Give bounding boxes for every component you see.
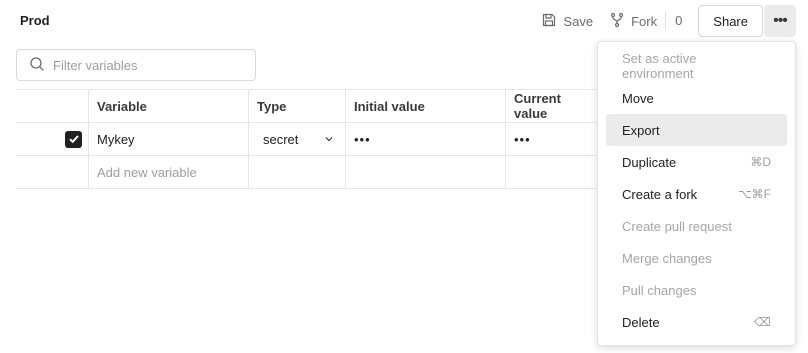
environment-editor: Prod Save Fork 0 Share ••• Filter variab… [0, 0, 808, 353]
fork-count: 0 [665, 12, 692, 30]
add-variable-row: Add new variable [16, 156, 596, 189]
add-row-current-cell[interactable] [506, 156, 596, 188]
filter-variables-field[interactable] [16, 49, 256, 81]
more-actions-menu: Set as active environment Move Export Du… [597, 41, 796, 346]
column-header-variable: Variable [89, 90, 249, 122]
add-row-type-cell[interactable] [249, 156, 346, 188]
variable-name-cell[interactable]: Mykey [89, 123, 249, 155]
menu-item-delete[interactable]: Delete ⌫ [606, 306, 787, 338]
menu-item-move[interactable]: Move [606, 82, 787, 114]
enabled-checkbox[interactable] [65, 130, 82, 148]
current-value-masked: ••• [514, 131, 531, 147]
create-fork-shortcut: ⌥⌘F [737, 187, 771, 201]
chevron-down-icon [325, 137, 333, 142]
environment-title: Prod [20, 13, 50, 28]
save-button[interactable]: Save [533, 5, 601, 37]
menu-item-create-pull-request: Create pull request [622, 218, 732, 234]
menu-item-merge-changes: Merge changes [622, 250, 712, 266]
add-new-variable-field[interactable]: Add new variable [89, 156, 249, 188]
duplicate-shortcut: ⌘D [750, 155, 771, 169]
fork-label: Fork [631, 13, 658, 29]
table-row: Mykey secret ••• ••• [16, 123, 596, 156]
more-horizontal-icon: ••• [773, 12, 788, 29]
column-header-current-value: Current value [514, 91, 561, 121]
column-header-type: Type [249, 90, 346, 122]
save-icon [541, 12, 557, 31]
add-new-variable-placeholder: Add new variable [97, 164, 197, 180]
header-checkbox-cell [16, 90, 89, 122]
check-icon [68, 135, 79, 144]
filter-variables-input[interactable] [53, 57, 243, 73]
share-button[interactable]: Share [698, 5, 763, 37]
more-actions-button[interactable]: ••• [764, 5, 796, 37]
add-row-initial-cell[interactable] [346, 156, 506, 188]
table-header-row: Variable Type Initial value Current valu… [16, 90, 596, 123]
initial-value-masked: ••• [354, 131, 371, 147]
menu-item-set-active: Set as active environment [622, 51, 697, 81]
row-checkbox-cell [16, 123, 89, 155]
current-value-cell[interactable]: ••• [506, 123, 596, 155]
search-icon [29, 56, 45, 75]
menu-item-pull-changes: Pull changes [622, 282, 697, 298]
backspace-icon: ⌫ [754, 315, 771, 329]
menu-item-export[interactable]: Export [606, 114, 787, 146]
fork-icon [609, 12, 625, 31]
toolbar: Save Fork 0 Share ••• [533, 5, 796, 37]
type-select-value: secret [263, 131, 299, 147]
menu-item-create-fork[interactable]: Create a fork ⌥⌘F [606, 178, 787, 210]
add-row-checkbox-cell [16, 156, 89, 188]
fork-button[interactable]: Fork [601, 5, 665, 37]
save-label: Save [563, 13, 594, 29]
menu-item-duplicate[interactable]: Duplicate ⌘D [606, 146, 787, 178]
variables-table: Variable Type Initial value Current valu… [16, 89, 596, 189]
initial-value-cell[interactable]: ••• [346, 123, 506, 155]
column-header-initial-value: Initial value [346, 90, 506, 122]
type-select[interactable]: secret [249, 123, 346, 155]
